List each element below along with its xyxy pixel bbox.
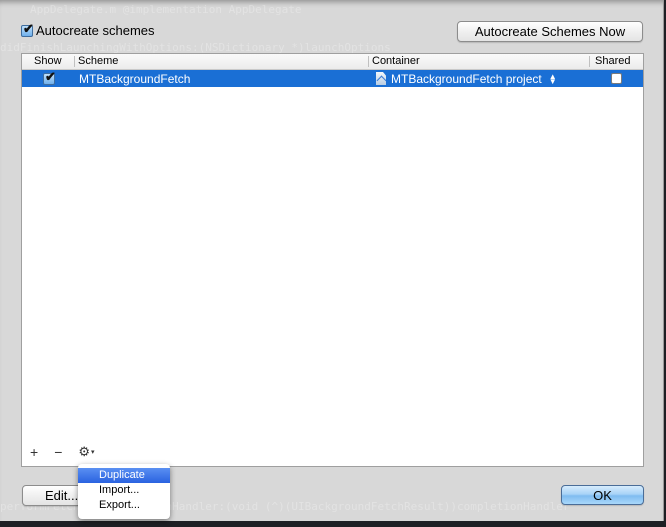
add-scheme-button[interactable]: + <box>30 444 38 460</box>
column-header-scheme[interactable]: Scheme <box>74 54 368 69</box>
autocreate-schemes-now-button[interactable]: Autocreate Schemes Now <box>457 21 643 42</box>
checkbox-checked-icon[interactable]: ✔ <box>21 22 34 37</box>
menu-item-duplicate[interactable]: Duplicate <box>78 468 170 483</box>
xcode-project-icon <box>376 72 386 85</box>
menu-item-export[interactable]: Export... <box>78 498 170 513</box>
column-header-shared[interactable]: Shared <box>589 54 643 69</box>
scheme-name-cell[interactable]: MTBackgroundFetch <box>74 70 368 87</box>
table-row[interactable]: ✔ MTBackgroundFetch MTBackgroundFetch pr… <box>22 70 643 87</box>
schemes-table: Show Scheme Container Shared ✔ MTBackgro… <box>21 53 644 467</box>
background-code-line: AppDelegate.m @implementation AppDelegat… <box>30 3 302 16</box>
popup-stepper-icon: ▲ ▼ <box>548 71 557 86</box>
column-header-container[interactable]: Container <box>368 54 589 69</box>
gear-icon: ⚙ <box>78 444 91 459</box>
action-popup-menu: Duplicate Import... Export... <box>78 464 170 519</box>
show-cell: ✔ <box>22 70 74 87</box>
shared-cell <box>589 70 643 87</box>
menu-item-import[interactable]: Import... <box>78 483 170 498</box>
table-toolbar: + − ⚙ ▾ <box>30 444 95 460</box>
autocreate-schemes-checkbox[interactable]: ✔ Autocreate schemes <box>21 22 155 38</box>
show-checkbox[interactable]: ✔ <box>43 70 56 85</box>
chevron-down-icon: ▾ <box>91 449 95 456</box>
container-popup-label: MTBackgroundFetch project <box>391 71 542 86</box>
container-cell[interactable]: MTBackgroundFetch project ▲ ▼ <box>368 70 589 87</box>
action-menu-button[interactable]: ⚙ ▾ <box>78 444 94 460</box>
table-header: Show Scheme Container Shared <box>22 54 643 70</box>
autocreate-schemes-label: Autocreate schemes <box>36 23 155 38</box>
shared-checkbox[interactable] <box>610 73 622 84</box>
manage-schemes-sheet: AppDelegate.m @implementation AppDelegat… <box>0 0 664 521</box>
ok-button[interactable]: OK <box>561 485 644 505</box>
column-header-show[interactable]: Show <box>22 54 74 69</box>
remove-scheme-button[interactable]: − <box>54 444 62 460</box>
